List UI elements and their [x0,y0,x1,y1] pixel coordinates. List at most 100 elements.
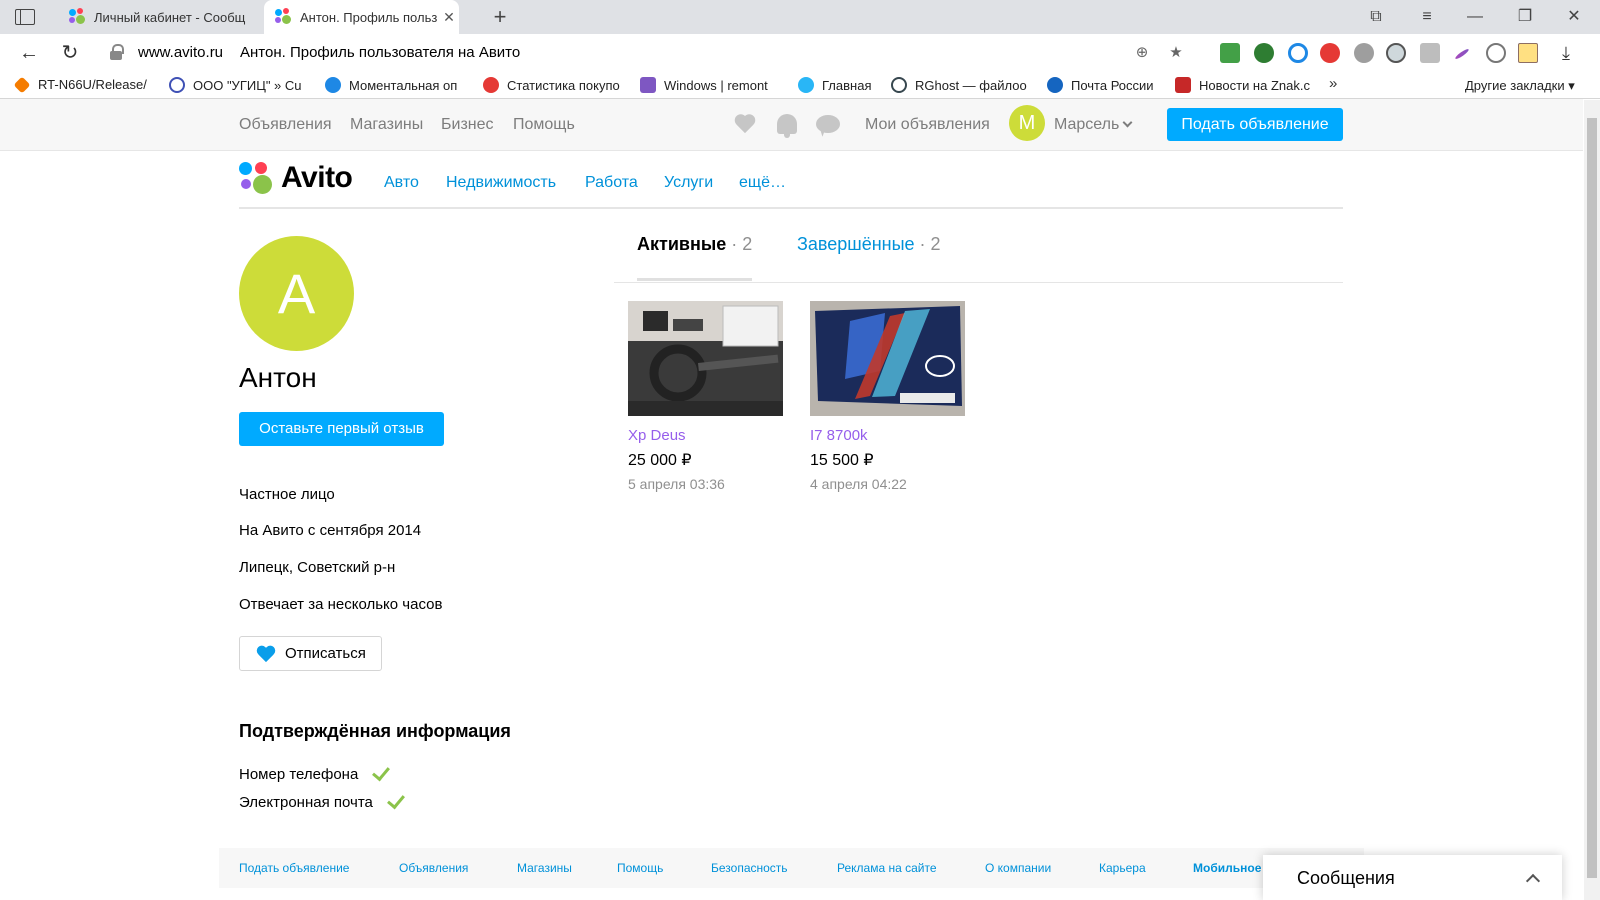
zoom-icon[interactable]: ⊕ [1132,43,1152,63]
chevron-up-icon[interactable] [1525,873,1541,889]
reload-icon[interactable]: ↻ [58,41,82,65]
new-tab-button[interactable]: + [488,4,512,30]
avito-favicon-icon [68,8,86,26]
bookmark-label: Windows | remont [664,77,768,93]
category-services[interactable]: Услуги [664,174,713,192]
restore-window-icon[interactable]: ❐ [1512,4,1538,30]
bookmark-item[interactable]: Главная [798,77,883,93]
bookmark-item[interactable]: RGhost — файлоо [891,77,1030,93]
footer-link[interactable]: Объявления [399,861,468,875]
listing-title[interactable]: I7 8700k [810,427,965,444]
unsubscribe-label: Отписаться [285,645,366,662]
tab-active-listings[interactable]: Активные · 2 [637,234,752,255]
security-extension-icon[interactable] [1254,43,1274,63]
my-ads-link[interactable]: Мои объявления [865,116,990,134]
bookmark-favicon-icon [798,77,814,93]
messages-chat-icon[interactable] [816,115,840,133]
response-time: Отвечает за несколько часов [239,596,443,613]
footer-link[interactable]: Магазины [517,861,572,875]
bookmark-favicon-icon [891,77,907,93]
bookmark-item[interactable]: RT-N66U/Release/ [13,76,164,93]
listing-card[interactable]: Xp Deus 25 000 ₽ 5 апреля 03:36 [628,301,783,492]
footer-link[interactable]: Карьера [1099,861,1146,875]
footer-link[interactable]: Подать объявление [239,861,349,875]
footer-link[interactable]: Мобильное п [1193,861,1272,875]
browser-tab-inactive[interactable]: Личный кабинет - Сообщ [58,0,253,34]
search-extension-icon[interactable] [1386,43,1406,63]
divider [239,207,1343,209]
bookmark-item[interactable]: Новости на Znak.c [1175,77,1317,93]
close-tab-icon[interactable]: ✕ [439,9,459,26]
downloads-icon[interactable]: ⤓ [1556,43,1576,63]
vpn-extension-icon[interactable] [1288,43,1308,63]
tab-title: Личный кабинет - Сообщ [94,9,246,25]
bookmark-label: Главная [822,77,872,93]
bookmark-item[interactable]: Windows | remont [640,77,783,93]
bookmark-favicon-icon [483,77,499,93]
bookmark-star-icon[interactable]: ★ [1166,43,1186,63]
bookmark-manager-icon[interactable]: ⧉ [1363,4,1389,30]
footer-link[interactable]: Реклама на сайте [837,861,937,875]
listing-photo[interactable] [810,301,965,416]
footer-link[interactable]: Безопасность [711,861,788,875]
category-more[interactable]: ещё… [739,174,786,192]
top-nav-help[interactable]: Помощь [513,116,575,134]
avito-logo-icon[interactable] [239,162,275,196]
bookmark-item[interactable]: Статистика покупо [483,77,625,93]
bookmark-label: RGhost — файлоо [915,77,1027,93]
listing-photo[interactable] [628,301,783,416]
bookmark-favicon-icon [169,77,185,93]
download-extension-icon[interactable] [1220,43,1240,63]
scrollbar-thumb[interactable] [1587,118,1597,878]
address-host[interactable]: www.avito.ru [138,44,223,61]
listing-title[interactable]: Xp Deus [628,427,783,444]
favorites-heart-icon[interactable] [733,113,757,135]
back-icon[interactable]: ← [17,41,41,65]
image-extension-icon[interactable] [1518,43,1538,63]
user-name[interactable]: Марсель [1054,116,1119,134]
e-extension-icon[interactable] [1320,43,1340,63]
more-bookmarks-icon[interactable]: » [1329,75,1337,92]
category-auto[interactable]: Авто [384,174,419,192]
footer-link[interactable]: Помощь [617,861,663,875]
address-page-title[interactable]: Антон. Профиль пользователя на Авито [240,44,520,61]
tab-ended-listings[interactable]: Завершённые · 2 [797,234,941,255]
messages-panel[interactable]: Сообщения [1263,855,1562,900]
notifications-bell-icon[interactable] [777,114,797,138]
bookmark-label: ООО "УГИЦ" » Cu [193,77,302,93]
leave-review-button[interactable]: Оставьте первый отзыв [239,412,444,446]
bookmarks-bar: RT-N66U/Release/ ООО "УГИЦ" » Cu Момента… [0,72,1600,99]
verified-info-title: Подтверждённая информация [239,721,511,741]
browser-tab-strip: Личный кабинет - Сообщ Антон. Профиль по… [0,0,1600,34]
menu-icon[interactable]: ≡ [1414,4,1440,30]
pen-extension-icon[interactable] [1454,47,1470,61]
top-nav-business[interactable]: Бизнес [441,116,494,134]
unsubscribe-button[interactable]: Отписаться [239,636,382,671]
translate-extension-icon[interactable] [1420,43,1440,63]
tab-count: · 2 [726,234,753,254]
top-nav-ads[interactable]: Объявления [239,116,332,134]
post-ad-button[interactable]: Подать объявление [1167,108,1343,141]
listing-card[interactable]: I7 8700k 15 500 ₽ 4 апреля 04:22 [810,301,965,492]
category-realty[interactable]: Недвижимость [446,174,556,192]
listing-price: 15 500 ₽ [810,452,874,469]
bookmark-favicon-icon [1175,77,1191,93]
top-nav-shops[interactable]: Магазины [350,116,423,134]
sidebar-toggle-icon[interactable] [15,9,35,25]
footer-link[interactable]: О компании [985,861,1051,875]
browser-tab-active[interactable]: Антон. Профиль польз ✕ [264,0,459,34]
tab-label: Активные [637,234,727,254]
scrollbar[interactable] [1584,100,1600,900]
close-window-icon[interactable]: ✕ [1561,4,1587,30]
bookmark-item[interactable]: Почта России [1047,77,1167,93]
bookmark-favicon-icon [640,77,656,93]
user-avatar[interactable]: М [1009,105,1045,141]
minimize-icon[interactable]: — [1462,4,1488,30]
puzzle-extension-icon[interactable] [1354,43,1374,63]
avito-logo-text[interactable]: Avito [281,161,353,195]
other-bookmarks[interactable]: Другие закладки ▾ [1465,78,1575,94]
timer-extension-icon[interactable] [1486,43,1506,63]
bookmark-item[interactable]: ООО "УГИЦ" » Cu [169,77,308,93]
category-jobs[interactable]: Работа [585,174,638,192]
bookmark-item[interactable]: Моментальная оп [325,77,465,93]
